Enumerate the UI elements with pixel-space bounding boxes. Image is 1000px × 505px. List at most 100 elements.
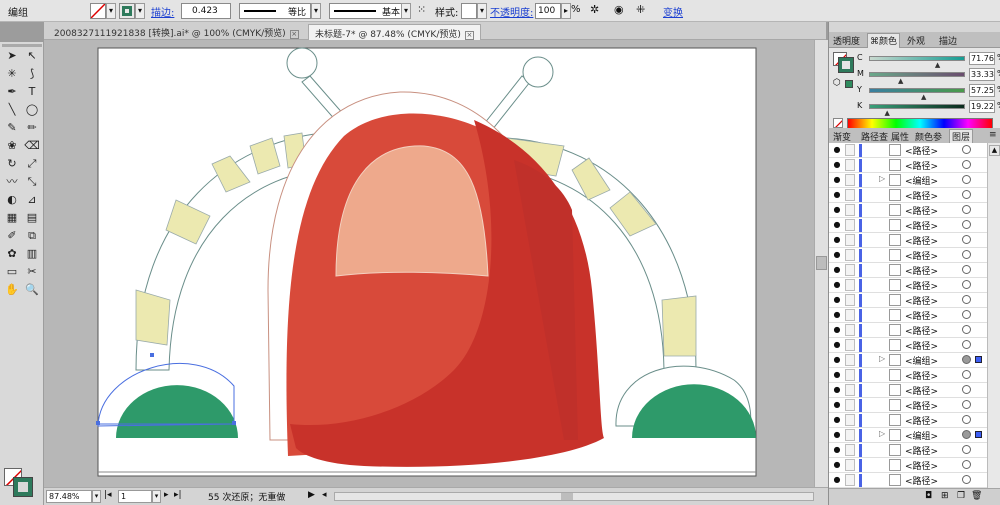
variable-width-profile[interactable]: 等比 bbox=[239, 3, 311, 19]
horizontal-scrollbar[interactable] bbox=[334, 492, 814, 501]
new-layer-icon[interactable]: ❐ bbox=[957, 491, 965, 501]
lock-toggle[interactable] bbox=[845, 414, 855, 426]
free-transform-tool[interactable]: ⤡ bbox=[23, 174, 41, 190]
layer-row[interactable]: ● <路径> bbox=[829, 233, 1000, 248]
lock-toggle[interactable] bbox=[845, 144, 855, 156]
tab-appearance[interactable]: 外观 bbox=[905, 34, 927, 47]
zoom-tool[interactable]: 🔍 bbox=[23, 282, 41, 298]
visibility-eye-icon[interactable]: ● bbox=[832, 250, 842, 260]
lock-toggle[interactable] bbox=[845, 369, 855, 381]
layer-row[interactable]: ● <路径> bbox=[829, 458, 1000, 473]
hand-tool[interactable]: ✋ bbox=[3, 282, 21, 298]
brush-definition[interactable]: 基本 bbox=[329, 3, 411, 19]
tab-color[interactable]: ⌘颜色 bbox=[867, 33, 901, 48]
isolate-icon[interactable]: ◉ bbox=[614, 3, 624, 16]
opacity-input[interactable]: 100 bbox=[535, 3, 561, 19]
visibility-eye-icon[interactable]: ● bbox=[832, 295, 842, 305]
layer-row[interactable]: ● <路径> bbox=[829, 338, 1000, 353]
selection-indicator[interactable] bbox=[975, 356, 982, 363]
layer-row[interactable]: ● <路径> bbox=[829, 383, 1000, 398]
type-tool[interactable]: T bbox=[23, 84, 41, 100]
visibility-eye-icon[interactable]: ● bbox=[832, 445, 842, 455]
tab-attributes[interactable]: 属性 bbox=[889, 130, 911, 143]
close-icon[interactable]: × bbox=[289, 30, 299, 39]
magic-wand-tool[interactable]: ✳ bbox=[3, 66, 21, 82]
expand-arrow-icon[interactable]: ▷ bbox=[879, 174, 885, 183]
layer-row[interactable]: ● <路径> bbox=[829, 413, 1000, 428]
lock-toggle[interactable] bbox=[845, 189, 855, 201]
target-circle-icon[interactable] bbox=[962, 355, 971, 364]
layer-row[interactable]: ● <路径> bbox=[829, 368, 1000, 383]
opacity-dropdown[interactable]: ▸ bbox=[561, 3, 571, 19]
lock-toggle[interactable] bbox=[845, 444, 855, 456]
tab-color-guide[interactable]: 颜色参 bbox=[913, 130, 944, 143]
fill-stroke-widget[interactable] bbox=[4, 468, 33, 497]
layers-scrollbar[interactable]: ▲ bbox=[987, 143, 1000, 488]
style-swatch[interactable] bbox=[461, 3, 477, 19]
tab-pathfinder[interactable]: 路径查 bbox=[859, 130, 890, 143]
layer-row[interactable]: ● <路径> bbox=[829, 143, 1000, 158]
lock-toggle[interactable] bbox=[845, 399, 855, 411]
channel-c[interactable]: C ▲ 71.76 % bbox=[857, 52, 1000, 69]
layer-row[interactable]: ● <路径> bbox=[829, 308, 1000, 323]
visibility-eye-icon[interactable]: ● bbox=[832, 430, 842, 440]
target-circle-icon[interactable] bbox=[962, 280, 971, 289]
lock-toggle[interactable] bbox=[845, 474, 855, 486]
visibility-eye-icon[interactable]: ● bbox=[832, 160, 842, 170]
delete-icon[interactable]: 🗑 bbox=[971, 491, 982, 501]
status-menu-icon[interactable]: ▶ bbox=[308, 490, 315, 500]
canvas-area[interactable] bbox=[44, 40, 814, 487]
stroke-weight-input[interactable]: 0.423 bbox=[181, 3, 231, 19]
lock-toggle[interactable] bbox=[845, 294, 855, 306]
scroll-up-icon[interactable]: ▲ bbox=[989, 145, 1000, 156]
pen-tool[interactable]: ✒ bbox=[3, 84, 21, 100]
eraser-tool[interactable]: ⌫ bbox=[23, 138, 41, 154]
visibility-eye-icon[interactable]: ● bbox=[832, 385, 842, 395]
target-circle-icon[interactable] bbox=[962, 190, 971, 199]
target-circle-icon[interactable] bbox=[962, 160, 971, 169]
direct-selection-tool[interactable]: ↖ bbox=[23, 48, 41, 64]
transform-label[interactable]: 变换 bbox=[663, 4, 683, 19]
visibility-eye-icon[interactable]: ● bbox=[832, 355, 842, 365]
new-sublayer-icon[interactable]: ⊞ bbox=[941, 491, 949, 501]
pencil-tool[interactable]: ✏ bbox=[23, 120, 41, 136]
target-circle-icon[interactable] bbox=[962, 460, 971, 469]
target-circle-icon[interactable] bbox=[962, 430, 971, 439]
lock-toggle[interactable] bbox=[845, 234, 855, 246]
visibility-eye-icon[interactable]: ● bbox=[832, 460, 842, 470]
blob-brush-tool[interactable]: ❀ bbox=[3, 138, 21, 154]
zoom-dropdown[interactable]: ▾ bbox=[92, 490, 101, 503]
vertical-scrollbar[interactable] bbox=[814, 40, 828, 487]
target-circle-icon[interactable] bbox=[962, 250, 971, 259]
target-circle-icon[interactable] bbox=[962, 340, 971, 349]
select-similar-icon[interactable]: ⁜ bbox=[636, 3, 645, 16]
expand-arrow-icon[interactable]: ▷ bbox=[879, 354, 885, 363]
target-circle-icon[interactable] bbox=[962, 235, 971, 244]
visibility-eye-icon[interactable]: ● bbox=[832, 205, 842, 215]
layer-row[interactable]: ● <路径> bbox=[829, 443, 1000, 458]
layer-row[interactable]: ● ▷ <编组> bbox=[829, 353, 1000, 368]
tab-stroke[interactable]: 描边 bbox=[937, 34, 959, 47]
line-tool[interactable]: ╲ bbox=[3, 102, 21, 118]
visibility-eye-icon[interactable]: ● bbox=[832, 340, 842, 350]
next-page-icon[interactable]: ▸ bbox=[164, 490, 169, 500]
lock-toggle[interactable] bbox=[845, 309, 855, 321]
target-circle-icon[interactable] bbox=[962, 145, 971, 154]
profile-dropdown[interactable]: ▾ bbox=[311, 3, 321, 19]
lock-toggle[interactable] bbox=[845, 429, 855, 441]
lock-toggle[interactable] bbox=[845, 459, 855, 471]
channel-m[interactable]: M ▲ 33.33 % bbox=[857, 68, 1000, 85]
selection-tool[interactable]: ➤ bbox=[3, 48, 21, 64]
visibility-eye-icon[interactable]: ● bbox=[832, 415, 842, 425]
perspective-tool[interactable]: ⊿ bbox=[23, 192, 41, 208]
visibility-eye-icon[interactable]: ● bbox=[832, 145, 842, 155]
layer-row[interactable]: ● <路径> bbox=[829, 473, 1000, 488]
layer-row[interactable]: ● <路径> bbox=[829, 203, 1000, 218]
fill-dropdown[interactable]: ▾ bbox=[106, 3, 116, 19]
visibility-eye-icon[interactable]: ● bbox=[832, 265, 842, 275]
layer-row[interactable]: ● <路径> bbox=[829, 158, 1000, 173]
scroll-left-icon[interactable]: ◂ bbox=[322, 490, 327, 500]
layer-row[interactable]: ● <路径> bbox=[829, 398, 1000, 413]
lock-toggle[interactable] bbox=[845, 174, 855, 186]
channel-k-thumb[interactable]: ▲ bbox=[884, 109, 889, 117]
